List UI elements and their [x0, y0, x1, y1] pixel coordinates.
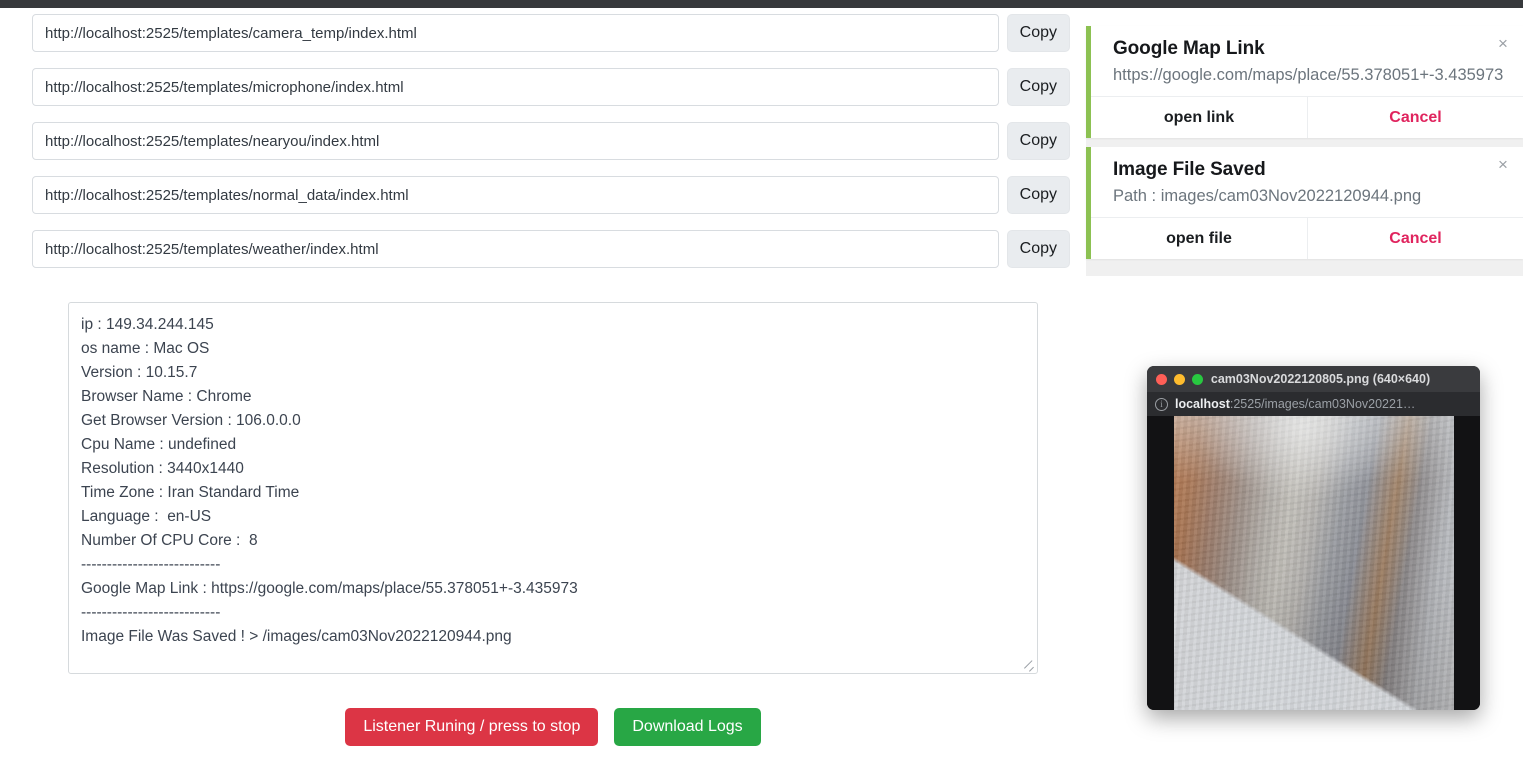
notification-stack: Google Map Link https://google.com/maps/…: [1086, 26, 1523, 276]
close-icon[interactable]: ×: [1495, 35, 1511, 52]
url-row: Copy: [0, 176, 1080, 214]
top-dark-strip: [0, 0, 1523, 8]
download-logs-button[interactable]: Download Logs: [614, 708, 761, 746]
copy-button-camera-temp[interactable]: Copy: [1006, 14, 1070, 52]
window-url-path: :2525/images/cam03Nov20221…: [1229, 397, 1416, 411]
open-link-button[interactable]: open link: [1091, 97, 1307, 138]
cancel-button[interactable]: Cancel: [1307, 97, 1523, 138]
captured-photo: [1173, 416, 1454, 710]
notification-google-map-link: Google Map Link https://google.com/maps/…: [1086, 26, 1523, 138]
notification-actions: open file Cancel: [1091, 217, 1523, 259]
url-input-nearyou[interactable]: [32, 122, 999, 160]
app-root: Copy Copy Copy Copy Copy ip : 149.34.244…: [0, 0, 1523, 776]
url-row: Copy: [0, 14, 1080, 52]
textarea-resize-handle[interactable]: [1022, 658, 1036, 672]
notification-actions: open link Cancel: [1091, 96, 1523, 138]
open-file-button[interactable]: open file: [1091, 218, 1307, 259]
log-line: Browser Name : Chrome: [81, 388, 252, 405]
maximize-window-icon[interactable]: [1192, 373, 1203, 385]
log-line: Number Of CPU Core : 8: [81, 532, 258, 549]
log-line: os name : Mac OS: [81, 340, 210, 357]
log-textarea[interactable]: ip : 149.34.244.145 os name : Mac OS Ver…: [68, 302, 1038, 674]
copy-button-weather[interactable]: Copy: [1006, 230, 1070, 268]
notification-body: Image File Saved Path : images/cam03Nov2…: [1091, 147, 1523, 217]
url-row: Copy: [0, 230, 1080, 268]
notification-subtitle: Path : images/cam03Nov2022120944.png: [1113, 187, 1422, 205]
log-line: ---------------------------: [81, 604, 221, 621]
window-controls: [1156, 373, 1203, 385]
listener-toggle-button[interactable]: Listener Runing / press to stop: [345, 708, 599, 746]
log-line: Time Zone : Iran Standard Time: [81, 484, 300, 501]
log-line: Version : 10.15.7: [81, 364, 198, 381]
log-line: Get Browser Version : 106.0.0.0: [81, 412, 301, 429]
log-line: Language : en-US: [81, 508, 212, 525]
window-title: cam03Nov2022120805.png (640×640): [1210, 372, 1431, 386]
minimize-window-icon[interactable]: [1174, 373, 1185, 385]
url-row: Copy: [0, 122, 1080, 160]
url-row: Copy: [0, 68, 1080, 106]
notification-subtitle: https://google.com/maps/place/55.378051+…: [1113, 66, 1504, 84]
window-urlbar[interactable]: i localhost:2525/images/cam03Nov20221…: [1147, 392, 1480, 416]
action-bar: Listener Runing / press to stop Download…: [68, 708, 1038, 746]
log-line: ip : 149.34.244.145: [81, 316, 214, 333]
close-window-icon[interactable]: [1156, 373, 1167, 385]
url-input-microphone[interactable]: [32, 68, 999, 106]
image-preview-window[interactable]: cam03Nov2022120805.png (640×640) i local…: [1147, 366, 1480, 710]
log-line: Resolution : 3440x1440: [81, 460, 244, 477]
notification-title: Image File Saved: [1113, 159, 1266, 180]
info-icon[interactable]: i: [1155, 397, 1168, 411]
log-line: Google Map Link : https://google.com/map…: [81, 580, 578, 597]
log-line: Image File Was Saved ! > /images/cam03No…: [81, 628, 512, 645]
close-icon[interactable]: ×: [1495, 156, 1511, 173]
copy-button-nearyou[interactable]: Copy: [1006, 122, 1070, 160]
notification-title: Google Map Link: [1113, 38, 1265, 59]
url-input-camera-temp[interactable]: [32, 14, 999, 52]
image-canvas: [1147, 416, 1480, 710]
copy-button-normal-data[interactable]: Copy: [1006, 176, 1070, 214]
window-url-host: localhost: [1175, 397, 1230, 411]
cancel-button[interactable]: Cancel: [1307, 218, 1523, 259]
log-line: Cpu Name : undefined: [81, 436, 237, 453]
log-line: ---------------------------: [81, 556, 221, 573]
notification-image-file-saved: Image File Saved Path : images/cam03Nov2…: [1086, 147, 1523, 259]
notification-body: Google Map Link https://google.com/maps/…: [1091, 26, 1523, 96]
url-input-weather[interactable]: [32, 230, 999, 268]
window-titlebar[interactable]: cam03Nov2022120805.png (640×640): [1147, 366, 1480, 392]
window-url: localhost:2525/images/cam03Nov20221…: [1175, 397, 1415, 411]
url-input-normal-data[interactable]: [32, 176, 999, 214]
url-list: Copy Copy Copy Copy Copy: [0, 14, 1080, 284]
copy-button-microphone[interactable]: Copy: [1006, 68, 1070, 106]
